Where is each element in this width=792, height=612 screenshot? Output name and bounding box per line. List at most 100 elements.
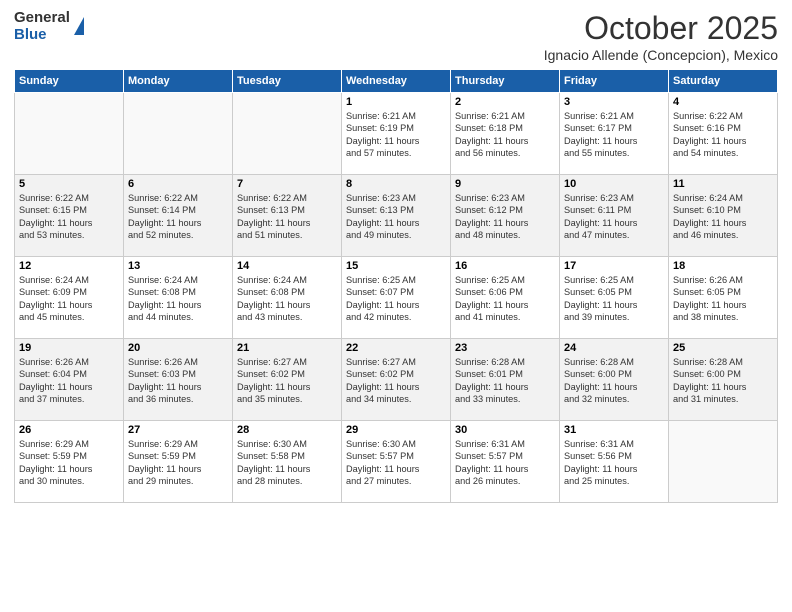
- day-number: 30: [455, 424, 555, 436]
- table-row: 15 Sunrise: 6:25 AM Sunset: 6:07 PM Dayli…: [342, 257, 451, 339]
- day-number: 18: [673, 260, 773, 272]
- calendar-week-row: 1 Sunrise: 6:21 AM Sunset: 6:19 PM Daylig…: [15, 93, 778, 175]
- day-number: 13: [128, 260, 228, 272]
- day-number: 2: [455, 96, 555, 108]
- day-info: Sunrise: 6:28 AM Sunset: 6:01 PM Dayligh…: [455, 356, 555, 406]
- table-row: 13 Sunrise: 6:24 AM Sunset: 6:08 PM Dayli…: [124, 257, 233, 339]
- day-info: Sunrise: 6:21 AM Sunset: 6:17 PM Dayligh…: [564, 110, 664, 160]
- day-number: 16: [455, 260, 555, 272]
- day-number: 23: [455, 342, 555, 354]
- day-info: Sunrise: 6:21 AM Sunset: 6:18 PM Dayligh…: [455, 110, 555, 160]
- day-number: 14: [237, 260, 337, 272]
- table-row: 10 Sunrise: 6:23 AM Sunset: 6:11 PM Dayli…: [560, 175, 669, 257]
- day-info: Sunrise: 6:30 AM Sunset: 5:58 PM Dayligh…: [237, 438, 337, 488]
- table-row: 12 Sunrise: 6:24 AM Sunset: 6:09 PM Dayli…: [15, 257, 124, 339]
- table-row: 24 Sunrise: 6:28 AM Sunset: 6:00 PM Dayli…: [560, 339, 669, 421]
- day-info: Sunrise: 6:21 AM Sunset: 6:19 PM Dayligh…: [346, 110, 446, 160]
- col-saturday: Saturday: [669, 70, 778, 93]
- table-row: 26 Sunrise: 6:29 AM Sunset: 5:59 PM Dayli…: [15, 421, 124, 503]
- day-number: 25: [673, 342, 773, 354]
- day-info: Sunrise: 6:24 AM Sunset: 6:08 PM Dayligh…: [237, 274, 337, 324]
- day-info: Sunrise: 6:22 AM Sunset: 6:14 PM Dayligh…: [128, 192, 228, 242]
- day-number: 22: [346, 342, 446, 354]
- table-row: 11Sunrise: 6:24 AM Sunset: 6:10 PM Dayli…: [669, 175, 778, 257]
- day-number: 21: [237, 342, 337, 354]
- page-header: General Blue October 2025 Ignacio Allend…: [14, 10, 778, 63]
- table-row: 8Sunrise: 6:23 AM Sunset: 6:13 PM Daylig…: [342, 175, 451, 257]
- day-number: 7: [237, 178, 337, 190]
- table-row: 4 Sunrise: 6:22 AM Sunset: 6:16 PM Daylig…: [669, 93, 778, 175]
- day-info: Sunrise: 6:26 AM Sunset: 6:05 PM Dayligh…: [673, 274, 773, 324]
- logo-general: General: [14, 10, 70, 27]
- day-number: 24: [564, 342, 664, 354]
- day-info: Sunrise: 6:25 AM Sunset: 6:06 PM Dayligh…: [455, 274, 555, 324]
- table-row: 28Sunrise: 6:30 AM Sunset: 5:58 PM Dayli…: [233, 421, 342, 503]
- col-friday: Friday: [560, 70, 669, 93]
- day-info: Sunrise: 6:31 AM Sunset: 5:57 PM Dayligh…: [455, 438, 555, 488]
- day-info: Sunrise: 6:28 AM Sunset: 6:00 PM Dayligh…: [673, 356, 773, 406]
- day-number: 12: [19, 260, 119, 272]
- col-thursday: Thursday: [451, 70, 560, 93]
- table-row: [15, 93, 124, 175]
- table-row: [233, 93, 342, 175]
- day-info: Sunrise: 6:22 AM Sunset: 6:16 PM Dayligh…: [673, 110, 773, 160]
- calendar-table: Sunday Monday Tuesday Wednesday Thursday…: [14, 69, 778, 503]
- table-row: 25 Sunrise: 6:28 AM Sunset: 6:00 PM Dayli…: [669, 339, 778, 421]
- logo-triangle-icon: [74, 17, 84, 35]
- table-row: 7Sunrise: 6:22 AM Sunset: 6:13 PM Daylig…: [233, 175, 342, 257]
- day-info: Sunrise: 6:27 AM Sunset: 6:02 PM Dayligh…: [346, 356, 446, 406]
- day-info: Sunrise: 6:24 AM Sunset: 6:09 PM Dayligh…: [19, 274, 119, 324]
- day-number: 6: [128, 178, 228, 190]
- table-row: 30 Sunrise: 6:31 AM Sunset: 5:57 PM Dayli…: [451, 421, 560, 503]
- day-info: Sunrise: 6:26 AM Sunset: 6:04 PM Dayligh…: [19, 356, 119, 406]
- table-row: 16 Sunrise: 6:25 AM Sunset: 6:06 PM Dayli…: [451, 257, 560, 339]
- table-row: [124, 93, 233, 175]
- title-block: October 2025 Ignacio Allende (Concepcion…: [544, 10, 778, 63]
- table-row: 31Sunrise: 6:31 AM Sunset: 5:56 PM Dayli…: [560, 421, 669, 503]
- day-info: Sunrise: 6:25 AM Sunset: 6:07 PM Dayligh…: [346, 274, 446, 324]
- day-info: Sunrise: 6:29 AM Sunset: 5:59 PM Dayligh…: [128, 438, 228, 488]
- table-row: 18 Sunrise: 6:26 AM Sunset: 6:05 PM Dayli…: [669, 257, 778, 339]
- day-number: 5: [19, 178, 119, 190]
- table-row: 14 Sunrise: 6:24 AM Sunset: 6:08 PM Dayli…: [233, 257, 342, 339]
- day-number: 4: [673, 96, 773, 108]
- table-row: 9Sunrise: 6:23 AM Sunset: 6:12 PM Daylig…: [451, 175, 560, 257]
- day-number: 31: [564, 424, 664, 436]
- calendar-week-row: 26 Sunrise: 6:29 AM Sunset: 5:59 PM Dayli…: [15, 421, 778, 503]
- day-number: 20: [128, 342, 228, 354]
- table-row: 1 Sunrise: 6:21 AM Sunset: 6:19 PM Daylig…: [342, 93, 451, 175]
- calendar-header-row: Sunday Monday Tuesday Wednesday Thursday…: [15, 70, 778, 93]
- table-row: 21 Sunrise: 6:27 AM Sunset: 6:02 PM Dayli…: [233, 339, 342, 421]
- table-row: 29 Sunrise: 6:30 AM Sunset: 5:57 PM Dayli…: [342, 421, 451, 503]
- day-info: Sunrise: 6:24 AM Sunset: 6:08 PM Dayligh…: [128, 274, 228, 324]
- day-info: Sunrise: 6:23 AM Sunset: 6:11 PM Dayligh…: [564, 192, 664, 242]
- day-info: Sunrise: 6:28 AM Sunset: 6:00 PM Dayligh…: [564, 356, 664, 406]
- day-info: Sunrise: 6:30 AM Sunset: 5:57 PM Dayligh…: [346, 438, 446, 488]
- day-info: Sunrise: 6:26 AM Sunset: 6:03 PM Dayligh…: [128, 356, 228, 406]
- table-row: 23 Sunrise: 6:28 AM Sunset: 6:01 PM Dayli…: [451, 339, 560, 421]
- day-number: 26: [19, 424, 119, 436]
- calendar-week-row: 5 Sunrise: 6:22 AM Sunset: 6:15 PM Daylig…: [15, 175, 778, 257]
- logo: General Blue: [14, 10, 84, 43]
- day-info: Sunrise: 6:29 AM Sunset: 5:59 PM Dayligh…: [19, 438, 119, 488]
- table-row: 6 Sunrise: 6:22 AM Sunset: 6:14 PM Daylig…: [124, 175, 233, 257]
- day-info: Sunrise: 6:27 AM Sunset: 6:02 PM Dayligh…: [237, 356, 337, 406]
- day-number: 1: [346, 96, 446, 108]
- table-row: 20 Sunrise: 6:26 AM Sunset: 6:03 PM Dayli…: [124, 339, 233, 421]
- day-number: 15: [346, 260, 446, 272]
- day-number: 29: [346, 424, 446, 436]
- col-wednesday: Wednesday: [342, 70, 451, 93]
- col-sunday: Sunday: [15, 70, 124, 93]
- table-row: 27 Sunrise: 6:29 AM Sunset: 5:59 PM Dayli…: [124, 421, 233, 503]
- table-row: [669, 421, 778, 503]
- day-info: Sunrise: 6:25 AM Sunset: 6:05 PM Dayligh…: [564, 274, 664, 324]
- day-number: 3: [564, 96, 664, 108]
- table-row: 22 Sunrise: 6:27 AM Sunset: 6:02 PM Dayli…: [342, 339, 451, 421]
- month-title: October 2025: [544, 10, 778, 47]
- day-info: Sunrise: 6:22 AM Sunset: 6:15 PM Dayligh…: [19, 192, 119, 242]
- day-number: 10: [564, 178, 664, 190]
- day-number: 27: [128, 424, 228, 436]
- table-row: 3 Sunrise: 6:21 AM Sunset: 6:17 PM Daylig…: [560, 93, 669, 175]
- table-row: 5 Sunrise: 6:22 AM Sunset: 6:15 PM Daylig…: [15, 175, 124, 257]
- table-row: 2 Sunrise: 6:21 AM Sunset: 6:18 PM Daylig…: [451, 93, 560, 175]
